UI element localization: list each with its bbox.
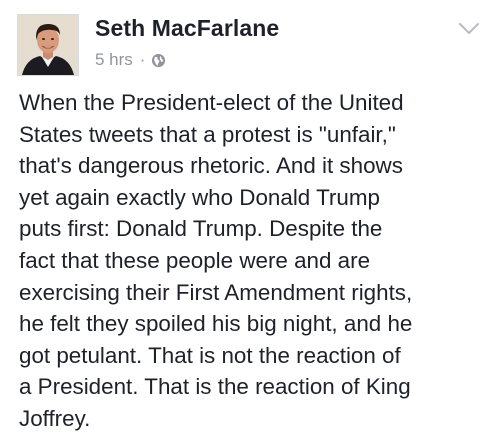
author-name[interactable]: Seth MacFarlane <box>95 15 279 42</box>
post-meta: 5 hrs · <box>95 50 166 70</box>
avatar[interactable] <box>17 14 79 76</box>
meta-separator: · <box>139 50 146 69</box>
post-timestamp[interactable]: 5 hrs <box>95 50 133 70</box>
facebook-post: Seth MacFarlane 5 hrs · When the Preside… <box>0 0 500 434</box>
chevron-down-icon[interactable] <box>458 22 480 36</box>
post-body-text: When the President-elect of the United S… <box>19 90 413 431</box>
globe-icon[interactable] <box>151 53 166 68</box>
avatar-photo <box>18 15 78 75</box>
